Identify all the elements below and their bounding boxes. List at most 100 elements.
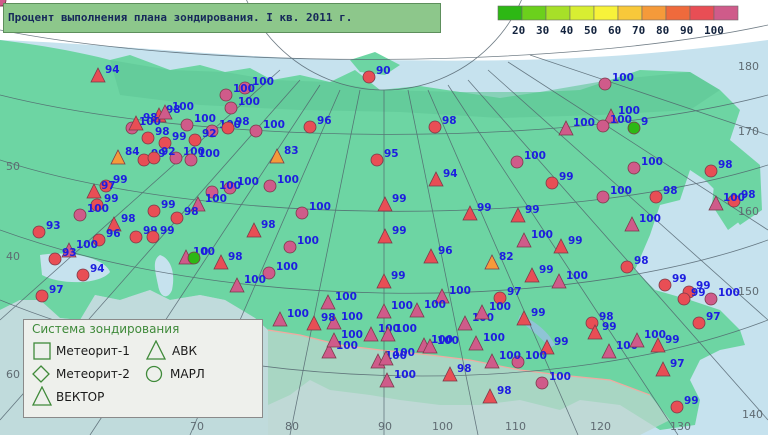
legend-label-vektor: ВЕКТОР — [56, 390, 105, 404]
station-value-label: 100 — [612, 72, 634, 84]
station-value-label: 99 — [672, 273, 687, 285]
station-value-label: 100 — [233, 83, 255, 95]
station-value-label: 99 — [554, 336, 569, 348]
scale-label: 90 — [680, 24, 693, 37]
station-value-label: 100 — [393, 347, 415, 359]
station-value-label: 0 — [201, 246, 208, 258]
station-circle-marker — [32, 225, 46, 239]
lon-label: 180 — [738, 60, 759, 73]
station-value-label: 99 — [477, 202, 492, 214]
station-value-label: 90 — [376, 65, 391, 77]
station-value-label: 100 — [549, 371, 571, 383]
station-value-label: 98 — [321, 312, 336, 324]
lon-label: 110 — [505, 420, 526, 433]
station-value-label: 100 — [198, 148, 220, 160]
station-value-label: 95 — [384, 148, 399, 160]
station-value-label: 99 — [525, 204, 540, 216]
station-circle-marker — [188, 133, 202, 147]
station-circle-marker — [249, 124, 263, 138]
station-value-label: 99 — [161, 199, 176, 211]
station-value-label: 99 — [684, 395, 699, 407]
station-value-label: 98 — [497, 385, 512, 397]
station-circle-marker — [658, 278, 672, 292]
scale-label: 50 — [584, 24, 597, 37]
station-circle-marker — [35, 289, 49, 303]
station-value-label: 98 — [261, 219, 276, 231]
station-circle-marker — [76, 268, 90, 282]
station-value-label: 98 — [235, 116, 250, 128]
station-value-label: 100 — [610, 185, 632, 197]
lat-label: 50 — [6, 160, 20, 173]
circle-icon — [145, 365, 163, 383]
station-value-label: 99 — [602, 321, 617, 333]
station-value-label: 100 — [194, 113, 216, 125]
station-value-label: 100 — [276, 261, 298, 273]
station-value-label: 99 — [391, 270, 406, 282]
scale-label: 30 — [536, 24, 549, 37]
lon-label: 70 — [190, 420, 204, 433]
station-value-label: 100 — [341, 329, 363, 341]
scale-swatch — [641, 5, 667, 21]
station-value-label: 100 — [531, 229, 553, 241]
station-value-label: 94 — [443, 168, 458, 180]
station-circle-marker — [627, 161, 641, 175]
station-value-label: 100 — [483, 332, 505, 344]
station-value-label: 99 — [392, 193, 407, 205]
scale-swatch — [521, 5, 547, 21]
station-value-label: 99 — [568, 235, 583, 247]
station-value-label: 100 — [219, 180, 241, 192]
station-circle-marker — [263, 179, 277, 193]
station-value-label: 98 — [442, 115, 457, 127]
scale-swatch — [689, 5, 715, 21]
station-circle-marker — [73, 208, 87, 222]
station-circle-marker — [224, 101, 238, 115]
station-circle-marker — [677, 292, 691, 306]
station-circle-marker — [620, 260, 634, 274]
station-value-label: 94 — [90, 263, 105, 275]
station-value-label: 100 — [76, 239, 98, 251]
station-circle-marker — [303, 120, 317, 134]
scale-label: 100 — [704, 24, 724, 37]
station-value-label: 99 — [172, 131, 187, 143]
station-value-label: 97 — [49, 284, 64, 296]
station-value-label: 100 — [341, 311, 363, 323]
station-circle-marker — [362, 70, 376, 84]
legend-label-meteorit-2: Метеорит-2 — [56, 367, 130, 381]
station-circle-marker — [370, 153, 384, 167]
station-value-label: 98 — [143, 112, 158, 124]
lon-label: 150 — [738, 285, 759, 298]
title-panel: Процент выполнения плана зондирования. I… — [3, 3, 441, 33]
station-value-label: 100 — [437, 335, 459, 347]
station-value-label: 100 — [391, 300, 413, 312]
station-value-label: 100 — [644, 329, 666, 341]
triangle-icon — [146, 340, 166, 360]
station-value-label: 92 — [202, 128, 217, 140]
station-value-label: 98 — [184, 206, 199, 218]
station-circle-marker — [283, 240, 297, 254]
station-value-label: 97 — [507, 286, 522, 298]
station-value-label: 98 — [121, 213, 136, 225]
station-value-label: 100 — [639, 213, 661, 225]
station-value-label: 96 — [317, 115, 332, 127]
station-circle-marker — [428, 120, 442, 134]
station-value-label: 97 — [706, 311, 721, 323]
station-circle-marker — [147, 204, 161, 218]
map-title: Процент выполнения плана зондирования. I… — [8, 11, 353, 24]
scale-swatch — [665, 5, 691, 21]
station-value-label: 92 — [161, 146, 176, 158]
station-value-label: 100 — [610, 114, 632, 126]
station-value-label: 100 — [566, 270, 588, 282]
station-circle-marker — [146, 230, 160, 244]
station-circle-marker — [184, 153, 198, 167]
station-circle-marker — [510, 155, 524, 169]
station-value-label: 100 — [394, 369, 416, 381]
station-circle-marker — [704, 292, 718, 306]
scale-label: 40 — [560, 24, 573, 37]
station-value-label: 9 — [641, 116, 648, 128]
station-value-label: 84 — [125, 146, 140, 158]
station-value-label: 96 — [438, 245, 453, 257]
station-value-label: 99 — [160, 225, 175, 237]
station-circle-marker — [598, 77, 612, 91]
station-circle-marker — [180, 118, 194, 132]
station-value-label: 100 — [277, 174, 299, 186]
